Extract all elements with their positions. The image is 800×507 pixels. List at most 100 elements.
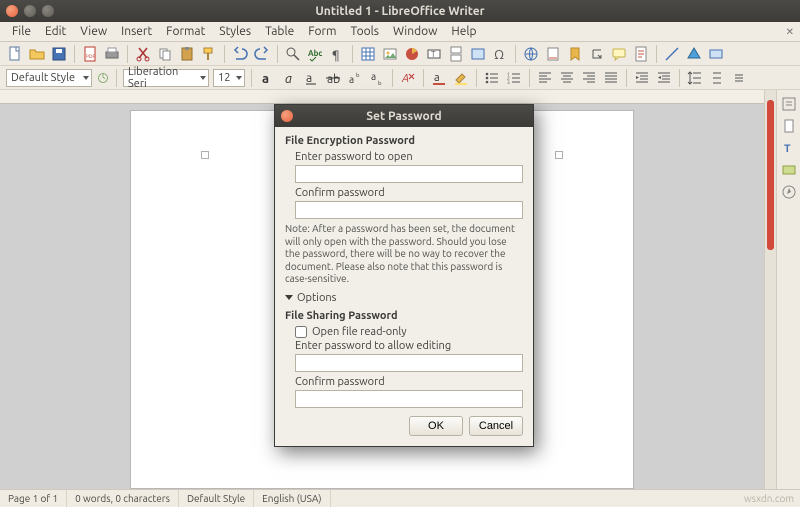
cut-icon[interactable] xyxy=(134,45,152,63)
svg-text:b: b xyxy=(356,72,360,79)
status-page-style[interactable]: Default Style xyxy=(179,490,254,507)
confirm-password-edit-field[interactable] xyxy=(295,390,523,408)
sidebar-page-icon[interactable] xyxy=(781,118,797,134)
open-readonly-input[interactable] xyxy=(295,326,307,338)
update-style-icon[interactable] xyxy=(96,69,110,87)
menu-view[interactable]: View xyxy=(74,23,113,40)
strikethrough-icon[interactable]: abc xyxy=(324,69,342,87)
copy-icon[interactable] xyxy=(156,45,174,63)
menu-format[interactable]: Format xyxy=(160,23,211,40)
align-justify-icon[interactable] xyxy=(602,69,620,87)
line-icon[interactable] xyxy=(663,45,681,63)
menu-form[interactable]: Form xyxy=(302,23,342,40)
field-icon[interactable] xyxy=(469,45,487,63)
sidebar-navigator-icon[interactable] xyxy=(781,184,797,200)
find-replace-icon[interactable] xyxy=(284,45,302,63)
close-window-button[interactable] xyxy=(6,5,18,17)
indent-increase-icon[interactable] xyxy=(633,69,651,87)
clear-formatting-icon[interactable]: A xyxy=(399,69,417,87)
track-changes-icon[interactable] xyxy=(632,45,650,63)
menu-window[interactable]: Window xyxy=(387,23,443,40)
font-size-select[interactable]: 12 xyxy=(213,69,245,87)
label-enter-password-edit: Enter password to allow editing xyxy=(295,340,523,352)
align-left-icon[interactable] xyxy=(536,69,554,87)
sidebar-styles-icon[interactable]: T xyxy=(781,140,797,156)
align-center-icon[interactable] xyxy=(558,69,576,87)
menu-edit[interactable]: Edit xyxy=(39,23,72,40)
svg-text:3: 3 xyxy=(507,79,510,85)
formatting-marks-icon[interactable]: ¶ xyxy=(328,45,346,63)
print-icon[interactable] xyxy=(103,45,121,63)
underline-icon[interactable]: a xyxy=(302,69,320,87)
font-color-icon[interactable]: a xyxy=(430,69,448,87)
separator xyxy=(224,45,225,63)
insert-table-icon[interactable] xyxy=(359,45,377,63)
insert-page-break-icon[interactable] xyxy=(447,45,465,63)
menu-table[interactable]: Table xyxy=(259,23,300,40)
clone-formatting-icon[interactable] xyxy=(200,45,218,63)
indent-decrease-icon[interactable] xyxy=(655,69,673,87)
hyperlink-icon[interactable] xyxy=(522,45,540,63)
horizontal-ruler[interactable] xyxy=(0,90,764,104)
menu-help[interactable]: Help xyxy=(445,23,482,40)
dialog-close-button[interactable] xyxy=(281,110,293,122)
paragraph-style-select[interactable]: Default Style xyxy=(6,69,92,87)
cancel-button[interactable]: Cancel xyxy=(469,416,523,436)
options-expander[interactable]: Options xyxy=(285,292,523,304)
font-name-select[interactable]: Liberation Seri xyxy=(123,69,209,87)
align-right-icon[interactable] xyxy=(580,69,598,87)
numbering-icon[interactable]: 123 xyxy=(505,69,523,87)
paste-icon[interactable] xyxy=(178,45,196,63)
superscript-icon[interactable]: ab xyxy=(346,69,364,87)
insert-chart-icon[interactable] xyxy=(403,45,421,63)
comment-icon[interactable] xyxy=(610,45,628,63)
minimize-window-button[interactable] xyxy=(24,5,36,17)
maximize-window-button[interactable] xyxy=(42,5,54,17)
insert-textbox-icon[interactable]: T xyxy=(425,45,443,63)
subscript-icon[interactable]: ab xyxy=(368,69,386,87)
bullets-icon[interactable] xyxy=(483,69,501,87)
para-spacing-decrease-icon[interactable] xyxy=(730,69,748,87)
spellcheck-icon[interactable]: Abc xyxy=(306,45,324,63)
open-icon[interactable] xyxy=(28,45,46,63)
menu-insert[interactable]: Insert xyxy=(115,23,158,40)
svg-text:abc: abc xyxy=(327,73,341,86)
bookmark-icon[interactable] xyxy=(566,45,584,63)
save-icon[interactable] xyxy=(50,45,68,63)
ok-button[interactable]: OK xyxy=(409,416,463,436)
scrollbar-thumb[interactable] xyxy=(767,100,774,250)
dialog-body: File Encryption Password Enter password … xyxy=(275,127,533,446)
export-pdf-icon[interactable]: PDF xyxy=(81,45,99,63)
cross-ref-icon[interactable] xyxy=(588,45,606,63)
sidebar-gallery-icon[interactable] xyxy=(781,162,797,178)
enter-password-edit-field[interactable] xyxy=(295,354,523,372)
status-page[interactable]: Page 1 of 1 xyxy=(0,490,67,507)
new-doc-icon[interactable] xyxy=(6,45,24,63)
insert-image-icon[interactable] xyxy=(381,45,399,63)
confirm-password-field[interactable] xyxy=(295,201,523,219)
enter-password-field[interactable] xyxy=(295,165,523,183)
document-close-icon[interactable]: ✕ xyxy=(786,26,794,38)
italic-icon[interactable]: a xyxy=(280,69,298,87)
footnote-icon[interactable] xyxy=(544,45,562,63)
sidebar-properties-icon[interactable] xyxy=(781,96,797,112)
menu-tools[interactable]: Tools xyxy=(344,23,385,40)
menu-styles[interactable]: Styles xyxy=(213,23,257,40)
special-char-icon[interactable]: Ω xyxy=(491,45,509,63)
redo-icon[interactable] xyxy=(253,45,271,63)
bold-icon[interactable]: a xyxy=(258,69,276,87)
status-wordcount[interactable]: 0 words, 0 characters xyxy=(67,490,179,507)
vertical-scrollbar[interactable] xyxy=(764,90,776,489)
undo-icon[interactable] xyxy=(231,45,249,63)
open-readonly-checkbox[interactable]: Open file read-only xyxy=(295,326,523,338)
menu-file[interactable]: File xyxy=(6,23,37,40)
highlight-color-icon[interactable] xyxy=(452,69,470,87)
status-language[interactable]: English (USA) xyxy=(254,490,330,507)
section-file-sharing: File Sharing Password xyxy=(285,310,523,322)
line-spacing-icon[interactable] xyxy=(686,69,704,87)
basic-shapes-icon[interactable] xyxy=(685,45,703,63)
label-confirm-password: Confirm password xyxy=(295,187,523,199)
separator xyxy=(656,45,657,63)
show-draw-icon[interactable] xyxy=(707,45,725,63)
para-spacing-increase-icon[interactable] xyxy=(708,69,726,87)
